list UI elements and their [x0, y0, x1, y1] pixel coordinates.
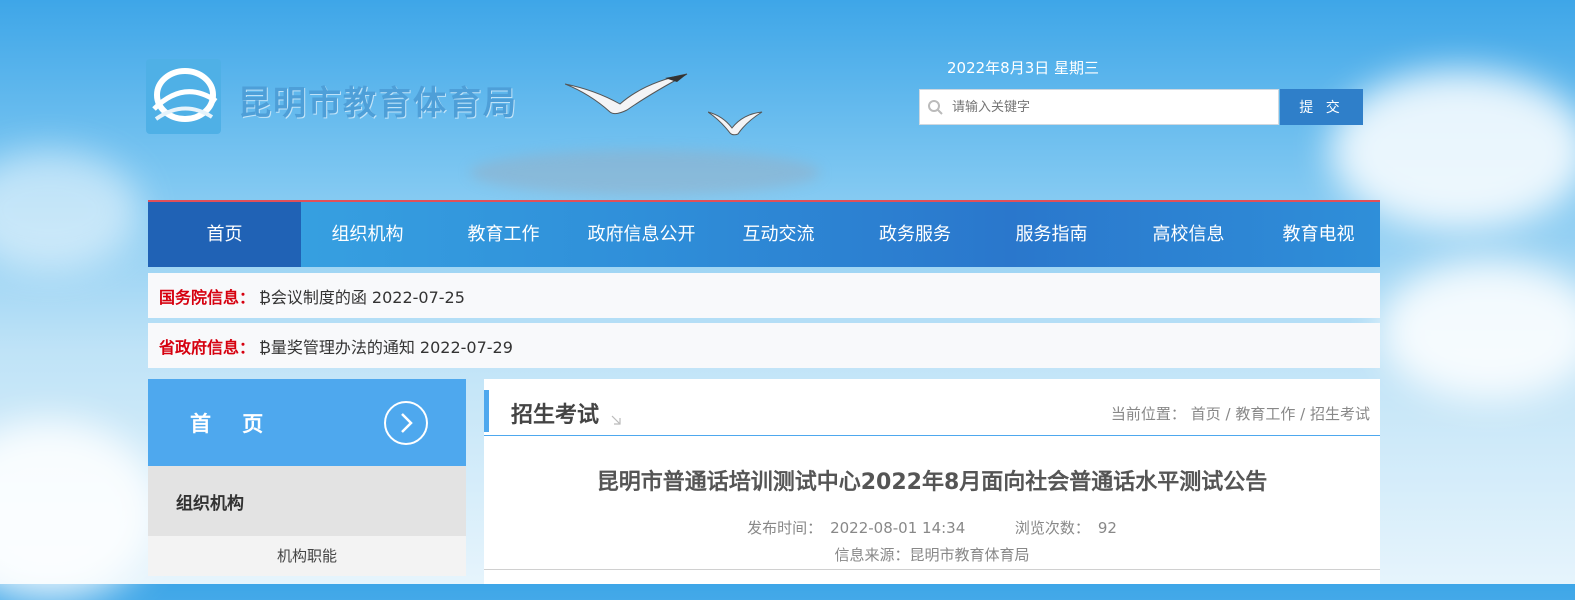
- breadcrumb-separator: /: [1225, 405, 1231, 423]
- source-value: 昆明市教育体育局: [909, 546, 1030, 564]
- breadcrumb: 当前位置： 首页 / 教育工作 / 招生考试: [1111, 403, 1370, 424]
- divider: [484, 569, 1380, 570]
- main-nav: 首页 组织机构 教育工作 政府信息公开 互动交流 政务服务 服务指南 高校信息 …: [148, 200, 1380, 267]
- site-title: 昆明市教育体育局: [238, 83, 518, 122]
- views-count: 92: [1097, 519, 1117, 537]
- nav-item-organization[interactable]: 组织机构: [301, 202, 434, 267]
- article-title: 昆明市普通话培训测试中心2022年8月面向社会普通话水平测试公告: [596, 470, 1268, 495]
- cloud-decoration: [0, 420, 160, 600]
- nav-item-education-work[interactable]: 教育工作: [434, 202, 573, 267]
- article-meta: 发布时间： 2022-08-01 14:34 浏览次数： 92: [484, 517, 1380, 538]
- info-bar-link[interactable]: ₿会议制度的函 2022-07-25: [259, 284, 465, 308]
- nav-item-education-tv[interactable]: 教育电视: [1257, 202, 1380, 267]
- search-icon: [920, 99, 950, 115]
- nav-item-gov-services[interactable]: 政务服务: [847, 202, 983, 267]
- info-bar-label: 省政府信息：: [159, 337, 256, 357]
- info-bar-link[interactable]: ₿量奖管理办法的通知 2022-07-29: [259, 334, 513, 358]
- nav-item-interaction[interactable]: 互动交流: [710, 202, 847, 267]
- nav-item-gov-info[interactable]: 政府信息公开: [573, 202, 710, 267]
- publish-time: 2022-08-01 14:34: [830, 519, 966, 537]
- breadcrumb-education-work[interactable]: 教育工作: [1235, 405, 1295, 423]
- chevron-right-icon: [384, 400, 428, 445]
- views-label: 浏览次数：: [1014, 519, 1090, 537]
- cloud-decoration: [1380, 260, 1575, 400]
- content-header: 招生考试 当前位置： 首页 / 教育工作 / 招生考试: [484, 379, 1380, 436]
- seagull-icon: [708, 111, 763, 136]
- sidebar-item-functions[interactable]: 机构职能: [148, 536, 466, 576]
- current-date: 2022年8月3日 星期三: [947, 59, 1100, 77]
- mountain-decoration: [470, 150, 820, 195]
- sidebar-home-label: 首 页: [190, 411, 276, 436]
- sidebar-home-item[interactable]: 首 页: [148, 379, 466, 466]
- section-accent-bar: [484, 390, 489, 432]
- search-submit-button[interactable]: 提 交: [1280, 89, 1363, 125]
- main-content: 招生考试 当前位置： 首页 / 教育工作 / 招生考试 昆明市普通话培训测试中心…: [484, 379, 1380, 584]
- seagull-icon: [565, 73, 688, 115]
- info-bar-provincial-gov: 省政府信息： ₿量奖管理办法的通知 2022-07-29: [148, 323, 1380, 368]
- nav-item-home[interactable]: 首页: [148, 202, 301, 267]
- search-box: [919, 89, 1279, 125]
- breadcrumb-home[interactable]: 首页: [1191, 405, 1221, 423]
- nav-item-service-guide[interactable]: 服务指南: [983, 202, 1120, 267]
- breadcrumb-separator: /: [1300, 405, 1306, 423]
- cloud-decoration: [0, 150, 140, 270]
- article-source: 信息来源：昆明市教育体育局: [484, 544, 1380, 565]
- section-title: 招生考试: [511, 403, 600, 428]
- arrow-icon: [611, 415, 621, 425]
- source-label: 信息来源：: [834, 546, 910, 564]
- breadcrumb-admissions[interactable]: 招生考试: [1310, 405, 1370, 423]
- search-input[interactable]: [950, 98, 1274, 116]
- info-bar-label: 国务院信息：: [159, 287, 256, 307]
- nav-item-university-info[interactable]: 高校信息: [1120, 202, 1257, 267]
- info-bar-state-council: 国务院信息： ₿会议制度的函 2022-07-25: [148, 273, 1380, 318]
- publish-time-label: 发布时间：: [747, 519, 823, 537]
- site-logo[interactable]: [146, 59, 221, 134]
- breadcrumb-prefix: 当前位置：: [1110, 405, 1186, 423]
- sidebar: 首 页 组织机构 机构职能: [148, 379, 466, 576]
- sidebar-section-organization[interactable]: 组织机构: [148, 466, 466, 536]
